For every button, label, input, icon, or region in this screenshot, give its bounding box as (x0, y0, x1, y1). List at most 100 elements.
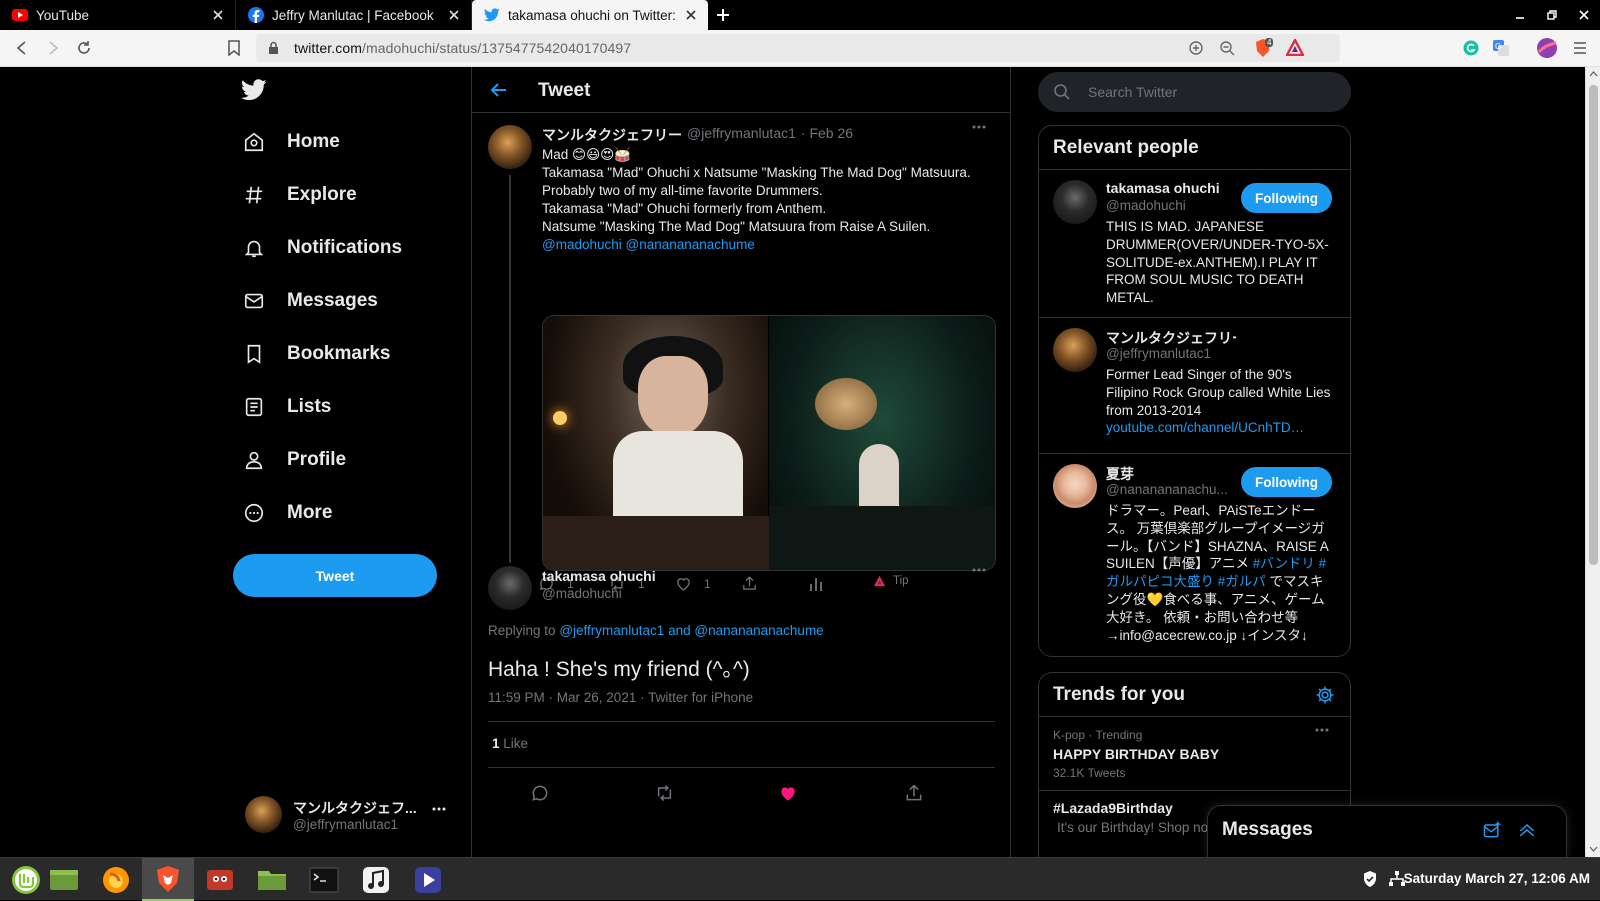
avatar[interactable] (488, 125, 532, 169)
bookmark-page-icon[interactable] (224, 38, 244, 58)
close-tab-icon[interactable] (211, 8, 225, 22)
brave-shields-icon[interactable]: 4 (1254, 38, 1276, 58)
tweet-button[interactable]: Tweet (233, 554, 437, 597)
tweet-media[interactable] (542, 315, 996, 571)
page-scrollbar[interactable] (1585, 67, 1600, 857)
tweet-text: Haha ! She's my friend (^｡^) (488, 658, 750, 681)
author-name[interactable]: takamasa ohuchi (542, 568, 656, 584)
liked-heart-icon[interactable] (778, 783, 798, 803)
browser-tab-twitter[interactable]: takamasa ohuchi on Twitter: "@ (472, 0, 708, 30)
media-player-icon[interactable] (402, 858, 454, 901)
person-bio: THIS IS MAD. JAPANESE DRUMMER(OVER/UNDER… (1106, 219, 1329, 306)
more-horizontal-icon[interactable] (432, 807, 446, 811)
zoom-in-icon[interactable] (1188, 40, 1204, 56)
mention-link[interactable]: @jeffrymanlutac1 (559, 623, 664, 638)
firefox-icon[interactable] (90, 858, 142, 901)
likes-stat[interactable]: 1 Like (492, 736, 528, 751)
person-name[interactable]: 夏芽 (1106, 464, 1236, 484)
browser-menu-icon[interactable] (1570, 38, 1590, 58)
scroll-up-arrow-icon[interactable] (1589, 70, 1598, 77)
trend-item[interactable]: K-pop · Trending HAPPY BIRTHDAY BABY 32.… (1053, 728, 1343, 780)
more-horizontal-icon[interactable] (1315, 728, 1329, 732)
avatar[interactable] (1053, 464, 1097, 508)
parent-tweet[interactable]: マンルタクジェフリー @jeffrymanlutac1 · Feb 26 Mad… (472, 113, 1011, 591)
sidebar-item-notifications[interactable]: Notifications (241, 228, 402, 268)
gimp-icon[interactable] (194, 858, 246, 901)
bio-link[interactable]: youtube.com/channel/UCnhTD… (1106, 420, 1304, 435)
avatar[interactable] (488, 566, 532, 610)
sidebar-item-lists[interactable]: Lists (241, 387, 331, 427)
security-shield-icon[interactable] (1362, 870, 1378, 888)
more-horizontal-icon[interactable] (972, 125, 986, 129)
more-horizontal-icon[interactable] (972, 568, 986, 572)
restore-icon[interactable] (1536, 0, 1568, 30)
twitter-logo-icon[interactable] (241, 79, 267, 101)
chevron-up-icon[interactable] (1517, 820, 1537, 840)
sidebar-item-messages[interactable]: Messages (241, 281, 378, 321)
mention-link[interactable]: @madohuchi (542, 237, 622, 252)
following-button[interactable]: Following (1241, 467, 1332, 497)
minimize-icon[interactable] (1504, 0, 1536, 30)
close-tab-icon[interactable] (447, 8, 461, 22)
author-handle[interactable]: @madohuchi (542, 586, 622, 601)
close-tab-icon[interactable] (684, 8, 698, 22)
address-bar[interactable]: twitter.com/madohuchi/status/13754775420… (256, 34, 1340, 62)
tweet-date[interactable]: · Feb 26 (801, 125, 853, 145)
account-name: マンルタクジェフ... (293, 800, 417, 816)
reply-icon[interactable] (530, 783, 550, 803)
brave-rewards-icon[interactable] (1286, 39, 1304, 56)
media-photo-2[interactable] (768, 316, 995, 570)
search-box[interactable] (1038, 72, 1351, 112)
person-card[interactable]: takamasa ohuchi @madohuchi Following THI… (1039, 170, 1350, 317)
person-handle[interactable]: @madohuchi (1106, 198, 1228, 213)
sidebar-item-more[interactable]: More (241, 493, 332, 533)
zoom-out-icon[interactable] (1219, 40, 1235, 56)
back-arrow-icon[interactable] (490, 81, 508, 99)
person-handle[interactable]: @nananananachu... (1106, 482, 1228, 497)
mention-link[interactable]: @nananananachume (626, 237, 755, 252)
close-window-icon[interactable] (1568, 0, 1600, 30)
person-handle[interactable]: @jeffrymanlutac1 (1106, 346, 1228, 361)
account-switcher[interactable]: マンルタクジェフ... @jeffrymanlutac1 (245, 792, 455, 842)
brave-browser-icon[interactable] (142, 858, 194, 901)
messages-drawer[interactable]: Messages (1207, 805, 1567, 857)
forward-icon[interactable] (43, 38, 63, 58)
file-manager-icon[interactable] (246, 858, 298, 901)
author-name[interactable]: マンルタクジェフリー (542, 125, 682, 145)
media-photo-1[interactable] (543, 316, 769, 570)
share-icon[interactable] (904, 783, 924, 803)
sidebar-item-profile[interactable]: Profile (241, 440, 346, 480)
reload-icon[interactable] (74, 38, 94, 58)
sidebar-item-bookmarks[interactable]: Bookmarks (241, 334, 391, 374)
author-handle[interactable]: @jeffrymanlutac1 (687, 125, 796, 145)
translate-icon[interactable]: G (1491, 38, 1511, 58)
scroll-down-arrow-icon[interactable] (1589, 846, 1598, 853)
sidebar-item-explore[interactable]: Explore (241, 175, 357, 215)
avatar[interactable] (1053, 328, 1097, 372)
profile-avatar-icon[interactable] (1536, 38, 1558, 58)
scrollbar-thumb[interactable] (1589, 85, 1598, 565)
person-name[interactable]: takamasa ohuchi (1106, 180, 1236, 196)
music-player-icon[interactable] (350, 858, 402, 901)
following-button[interactable]: Following (1241, 183, 1332, 213)
avatar[interactable] (1053, 180, 1097, 224)
person-name[interactable]: マンルタクジェフリー (1106, 328, 1236, 348)
grammarly-icon[interactable] (1461, 38, 1481, 58)
browser-tab-facebook[interactable]: Jeffry Manlutac | Facebook (236, 0, 472, 30)
back-icon[interactable] (12, 38, 32, 58)
new-tab-plus-icon[interactable] (708, 0, 738, 30)
person-card[interactable]: 夏芽 @nananananachu... Following ドラマー。Pear… (1039, 454, 1350, 654)
sidebar-item-home[interactable]: Home (241, 122, 340, 162)
search-input[interactable] (1088, 72, 1338, 112)
new-message-icon[interactable] (1482, 820, 1502, 840)
system-clock[interactable]: Saturday March 27, 12:06 AM (1404, 871, 1590, 886)
tweet-timestamp[interactable]: 11:59 PM · Mar 26, 2021 · Twitter for iP… (488, 690, 753, 705)
show-desktop-icon[interactable] (38, 858, 90, 901)
terminal-icon[interactable] (298, 858, 350, 901)
gear-icon[interactable] (1315, 685, 1335, 705)
mention-link[interactable]: @nananananachume (694, 623, 823, 638)
sidebar-item-label: Explore (287, 184, 357, 205)
browser-tab-youtube[interactable]: YouTube (0, 0, 236, 30)
retweet-icon[interactable] (654, 783, 675, 803)
person-card[interactable]: マンルタクジェフリー @jeffrymanlutac1 Former Lead … (1039, 318, 1350, 453)
